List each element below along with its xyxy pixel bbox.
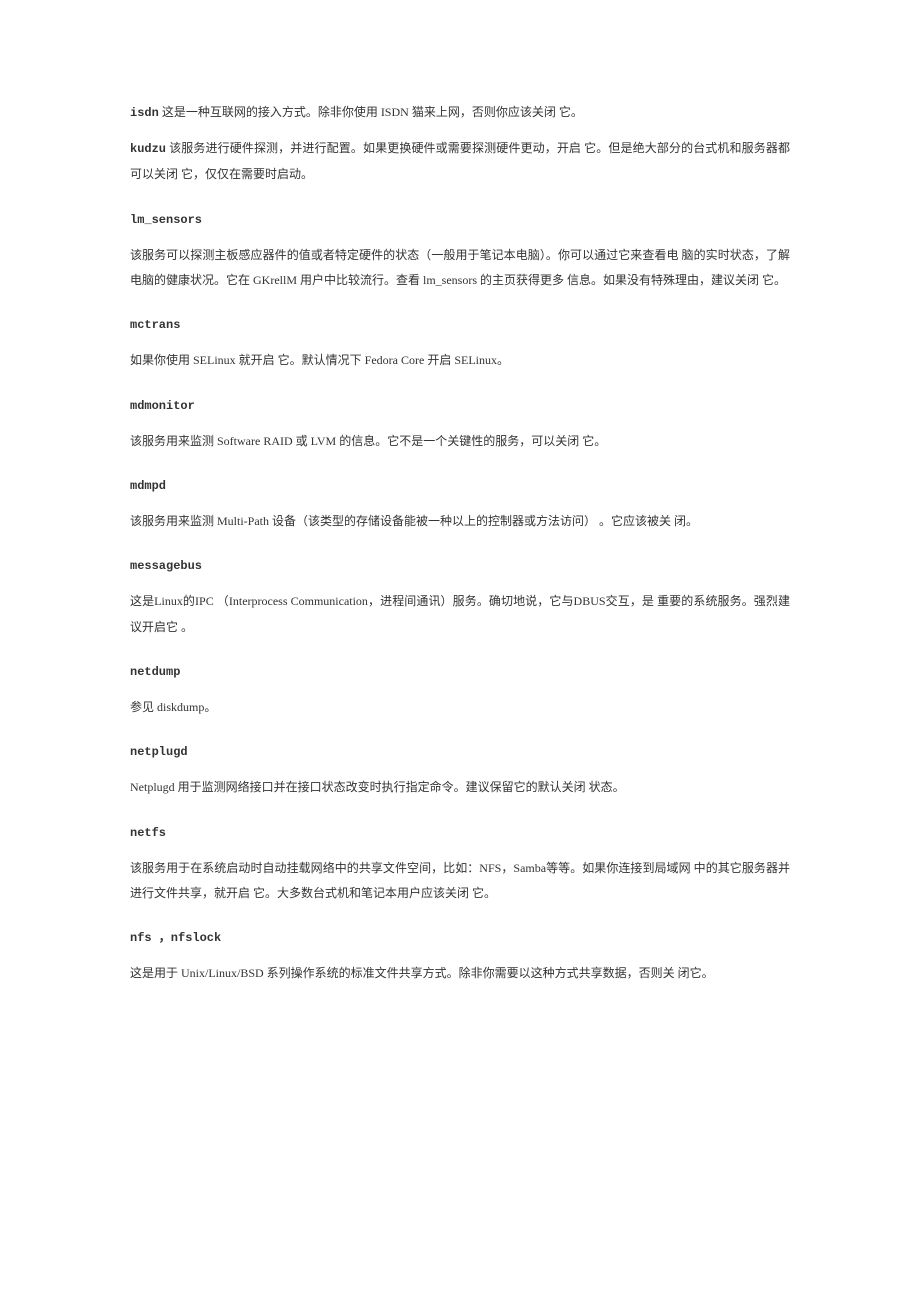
service-desc-mdmpd: 该服务用来监测 Multi-Path 设备（该类型的存储设备能被一种以上的控制器…: [130, 509, 790, 534]
service-desc-messagebus: 这是Linux的IPC （Interprocess Communication，…: [130, 589, 790, 639]
service-desc-mdmonitor: 该服务用来监测 Software RAID 或 LVM 的信息。它不是一个关键性…: [130, 429, 790, 454]
service-desc-kudzu: 该服务进行硬件探测，并进行配置。如果更换硬件或需要探测硬件更动，开启 它。但是绝…: [130, 141, 790, 181]
service-name-mdmpd: mdmpd: [130, 474, 790, 499]
service-name-isdn: isdn: [130, 106, 159, 120]
entry-isdn: isdn 这是一种互联网的接入方式。除非你使用 ISDN 猫来上网，否则你应该关…: [130, 100, 790, 126]
service-name-messagebus: messagebus: [130, 554, 790, 579]
service-name-lm-sensors: lm_sensors: [130, 208, 790, 233]
service-name-kudzu: kudzu: [130, 142, 166, 156]
service-desc-nfs: 这是用于 Unix/Linux/BSD 系列操作系统的标准文件共享方式。除非你需…: [130, 961, 790, 986]
service-desc-mctrans: 如果你使用 SELinux 就开启 它。默认情况下 Fedora Core 开启…: [130, 348, 790, 373]
service-name-netplugd: netplugd: [130, 740, 790, 765]
entry-kudzu: kudzu 该服务进行硬件探测，并进行配置。如果更换硬件或需要探测硬件更动，开启…: [130, 136, 790, 187]
service-desc-netdump: 参见 diskdump。: [130, 695, 790, 720]
service-desc-netfs: 该服务用于在系统启动时自动挂载网络中的共享文件空间，比如：NFS，Samba等等…: [130, 856, 790, 906]
document-page: isdn 这是一种互联网的接入方式。除非你使用 ISDN 猫来上网，否则你应该关…: [0, 0, 920, 1302]
service-desc-isdn: 这是一种互联网的接入方式。除非你使用 ISDN 猫来上网，否则你应该关闭 它。: [162, 105, 583, 119]
service-desc-lm-sensors: 该服务可以探测主板感应器件的值或者特定硬件的状态（一般用于笔记本电脑）。你可以通…: [130, 243, 790, 293]
service-desc-netplugd: Netplugd 用于监测网络接口并在接口状态改变时执行指定命令。建议保留它的默…: [130, 775, 790, 800]
service-name-nfs: nfs ，nfslock: [130, 926, 790, 951]
service-name-mdmonitor: mdmonitor: [130, 394, 790, 419]
service-name-netdump: netdump: [130, 660, 790, 685]
service-name-mctrans: mctrans: [130, 313, 790, 338]
service-name-netfs: netfs: [130, 821, 790, 846]
